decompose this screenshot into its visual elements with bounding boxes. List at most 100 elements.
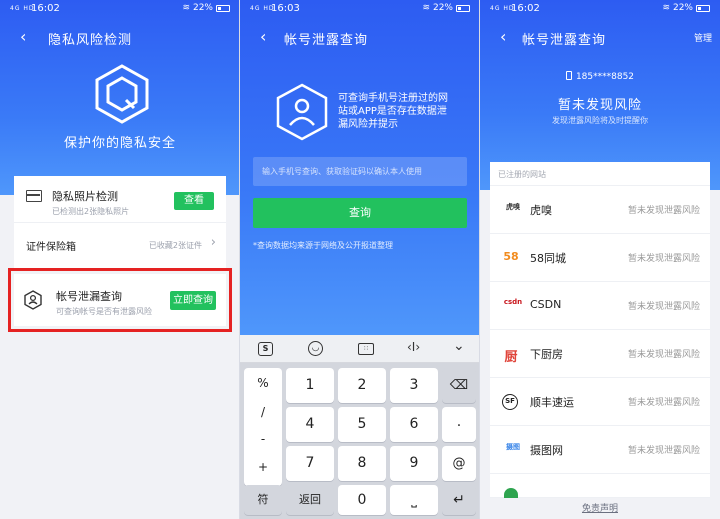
highlight-box (8, 268, 232, 332)
key-5[interactable]: 5 (338, 407, 386, 442)
phone-input[interactable]: 输入手机号查询、获取验证码以确认本人使用 (253, 157, 467, 186)
phone-number-row: 185****8852 (480, 71, 720, 82)
chevron-down-icon[interactable]: ⌄ (453, 338, 465, 354)
site-name: 下厨房 (530, 348, 563, 361)
vault-row[interactable]: 证件保险箱 已收藏2张证件 › (14, 223, 226, 268)
footer: 免责声明 (480, 498, 720, 519)
status-bar: 4G HD 16:02 ≋ 22% (0, 0, 240, 20)
key-3[interactable]: 3 (390, 368, 438, 403)
status-time: 16:03 (271, 3, 300, 14)
battery-icon (216, 4, 230, 12)
back-button[interactable]: ‹ (500, 27, 506, 46)
photo-check-title: 隐私照片检测 (52, 190, 118, 203)
site-name: 顺丰速运 (530, 396, 574, 409)
key-1[interactable]: 1 (286, 368, 334, 403)
backspace-key[interactable]: ⌫ (442, 368, 476, 403)
site-row[interactable]: 厨 下厨房 暂未发现泄露风险 (490, 330, 710, 378)
keyboard-icon[interactable]: S (258, 342, 273, 356)
photo-check-sub: 已检测出2张隐私照片 (52, 207, 130, 216)
key-8[interactable]: 8 (338, 446, 386, 481)
battery-icon (696, 4, 710, 12)
key-percent[interactable]: % (244, 376, 282, 390)
space-key[interactable]: ⎵ (390, 485, 438, 515)
key-at[interactable]: @ (442, 446, 476, 481)
disclaimer-link[interactable]: 免责声明 (480, 501, 720, 514)
enter-key[interactable]: ↵ (442, 485, 476, 515)
site-row[interactable]: 58 58同城 暂未发现泄露风险 (490, 234, 710, 282)
battery-percent: 22% (672, 3, 693, 13)
phone-input-placeholder: 输入手机号查询、获取验证码以确认本人使用 (262, 167, 422, 176)
key-6[interactable]: 6 (390, 407, 438, 442)
slogan: 保护你的隐私安全 (63, 136, 176, 151)
site-row[interactable]: 虎嗅 虎嗅 暂未发现泄露风险 (490, 186, 710, 234)
site-row[interactable]: SF 顺丰速运 暂未发现泄露风险 (490, 378, 710, 426)
battery-icon (456, 4, 470, 12)
emoji-icon[interactable]: ◡ (308, 341, 323, 356)
site-name: 58同城 (530, 252, 566, 265)
key-plus[interactable]: + (244, 460, 282, 474)
page-title: 隐私风险检测 (48, 33, 133, 48)
privacy-card: 隐私照片检测 已检测出2张隐私照片 查看 证件保险箱 已收藏2张证件 › (14, 176, 226, 268)
screen-leak-result: 4G HD 16:02 ≋ 22% ‹ 帐号泄露查询 管理 185****8852… (480, 0, 720, 519)
chevron-right-icon: › (210, 235, 216, 250)
key-9[interactable]: 9 (390, 446, 438, 481)
site-row[interactable] (490, 474, 710, 498)
key-slash[interactable]: / (244, 405, 282, 419)
manage-button[interactable]: 管理 (694, 31, 712, 44)
back-button[interactable]: ‹ (260, 27, 266, 46)
battery-percent: 22% (432, 3, 453, 13)
vault-title: 证件保险箱 (26, 242, 76, 253)
wifi-icon: ≋ (662, 3, 670, 13)
page-title: 帐号泄露查询 (522, 33, 607, 48)
site-name: 虎嗅 (530, 204, 552, 217)
699pic-logo-icon: 摄图 (506, 443, 520, 451)
data-source-note: *查询数据均来源于网络及公开报道整理 (253, 241, 393, 250)
user-shield-icon (276, 83, 328, 141)
return-key[interactable]: 返回 (286, 485, 334, 515)
key-minus[interactable]: - (244, 432, 282, 446)
sf-express-logo-icon: SF (502, 394, 518, 410)
key-dot[interactable]: . (442, 407, 476, 442)
photo-icon (26, 190, 42, 202)
keyboard-grid-icon[interactable]: ∷ (358, 343, 374, 355)
section-title: 已注册的网站 (498, 170, 546, 179)
xiachufang-logo-icon: 厨 (504, 350, 518, 365)
site-status: 暂未发现泄露风险 (627, 398, 700, 408)
phone-number: 185****8852 (575, 72, 635, 82)
status-bar: 4G HD 16:03 ≋ 22% (240, 0, 480, 20)
key-0[interactable]: 0 (338, 485, 386, 515)
site-row[interactable]: 摄图 摄图网 暂未发现泄露风险 (490, 426, 710, 474)
numeric-keyboard: % / - + 1 2 3 4 5 6 7 8 9 ⌫ . @ 符 返回 0 ⎵… (240, 363, 480, 519)
back-button[interactable]: ‹ (20, 27, 26, 46)
site-status: 暂未发现泄露风险 (627, 254, 700, 264)
result-subtitle: 发现泄露风险将及时提醒你 (552, 116, 648, 125)
status-time: 16:02 (31, 3, 60, 14)
site-status: 暂未发现泄露风险 (627, 350, 700, 360)
phone-icon (565, 71, 572, 80)
query-button[interactable]: 查询 (253, 198, 467, 228)
site-row[interactable]: csdn CSDN 暂未发现泄露风险 (490, 282, 710, 330)
site-status: 暂未发现泄露风险 (627, 302, 700, 312)
site-status: 暂未发现泄露风险 (627, 446, 700, 456)
cursor-icon[interactable]: ‹I› (407, 340, 420, 354)
status-time: 16:02 (511, 3, 540, 14)
screen-leak-query: 4G HD 16:03 ≋ 22% ‹ 帐号泄露查询 可查询手机号注册过的网站或A… (240, 0, 480, 519)
site-name: 摄图网 (530, 444, 563, 457)
query-description: 可查询手机号注册过的网站或APP是否存在数据泄漏风险并提示 (338, 93, 448, 130)
key-7[interactable]: 7 (286, 446, 334, 481)
site-status: 暂未发现泄露风险 (627, 206, 700, 216)
wifi-icon: ≋ (422, 3, 430, 13)
wifi-icon: ≋ (182, 3, 190, 13)
status-bar: 4G HD 16:02 ≋ 22% (480, 0, 720, 20)
site-logo-icon (504, 488, 518, 498)
csdn-logo-icon: csdn (503, 298, 523, 306)
vault-count: 已收藏2张证件 (148, 241, 202, 250)
key-4[interactable]: 4 (286, 407, 334, 442)
section-header: 已注册的网站 (490, 162, 710, 186)
key-2[interactable]: 2 (338, 368, 386, 403)
page-title: 帐号泄露查询 (284, 33, 369, 48)
symbol-key[interactable]: 符 (244, 485, 282, 515)
symbol-column: % / - + (244, 368, 282, 486)
view-photos-button[interactable]: 查看 (174, 192, 214, 210)
keyboard-toolbar: S ◡ ∷ ‹I› ⌄ (240, 335, 480, 363)
